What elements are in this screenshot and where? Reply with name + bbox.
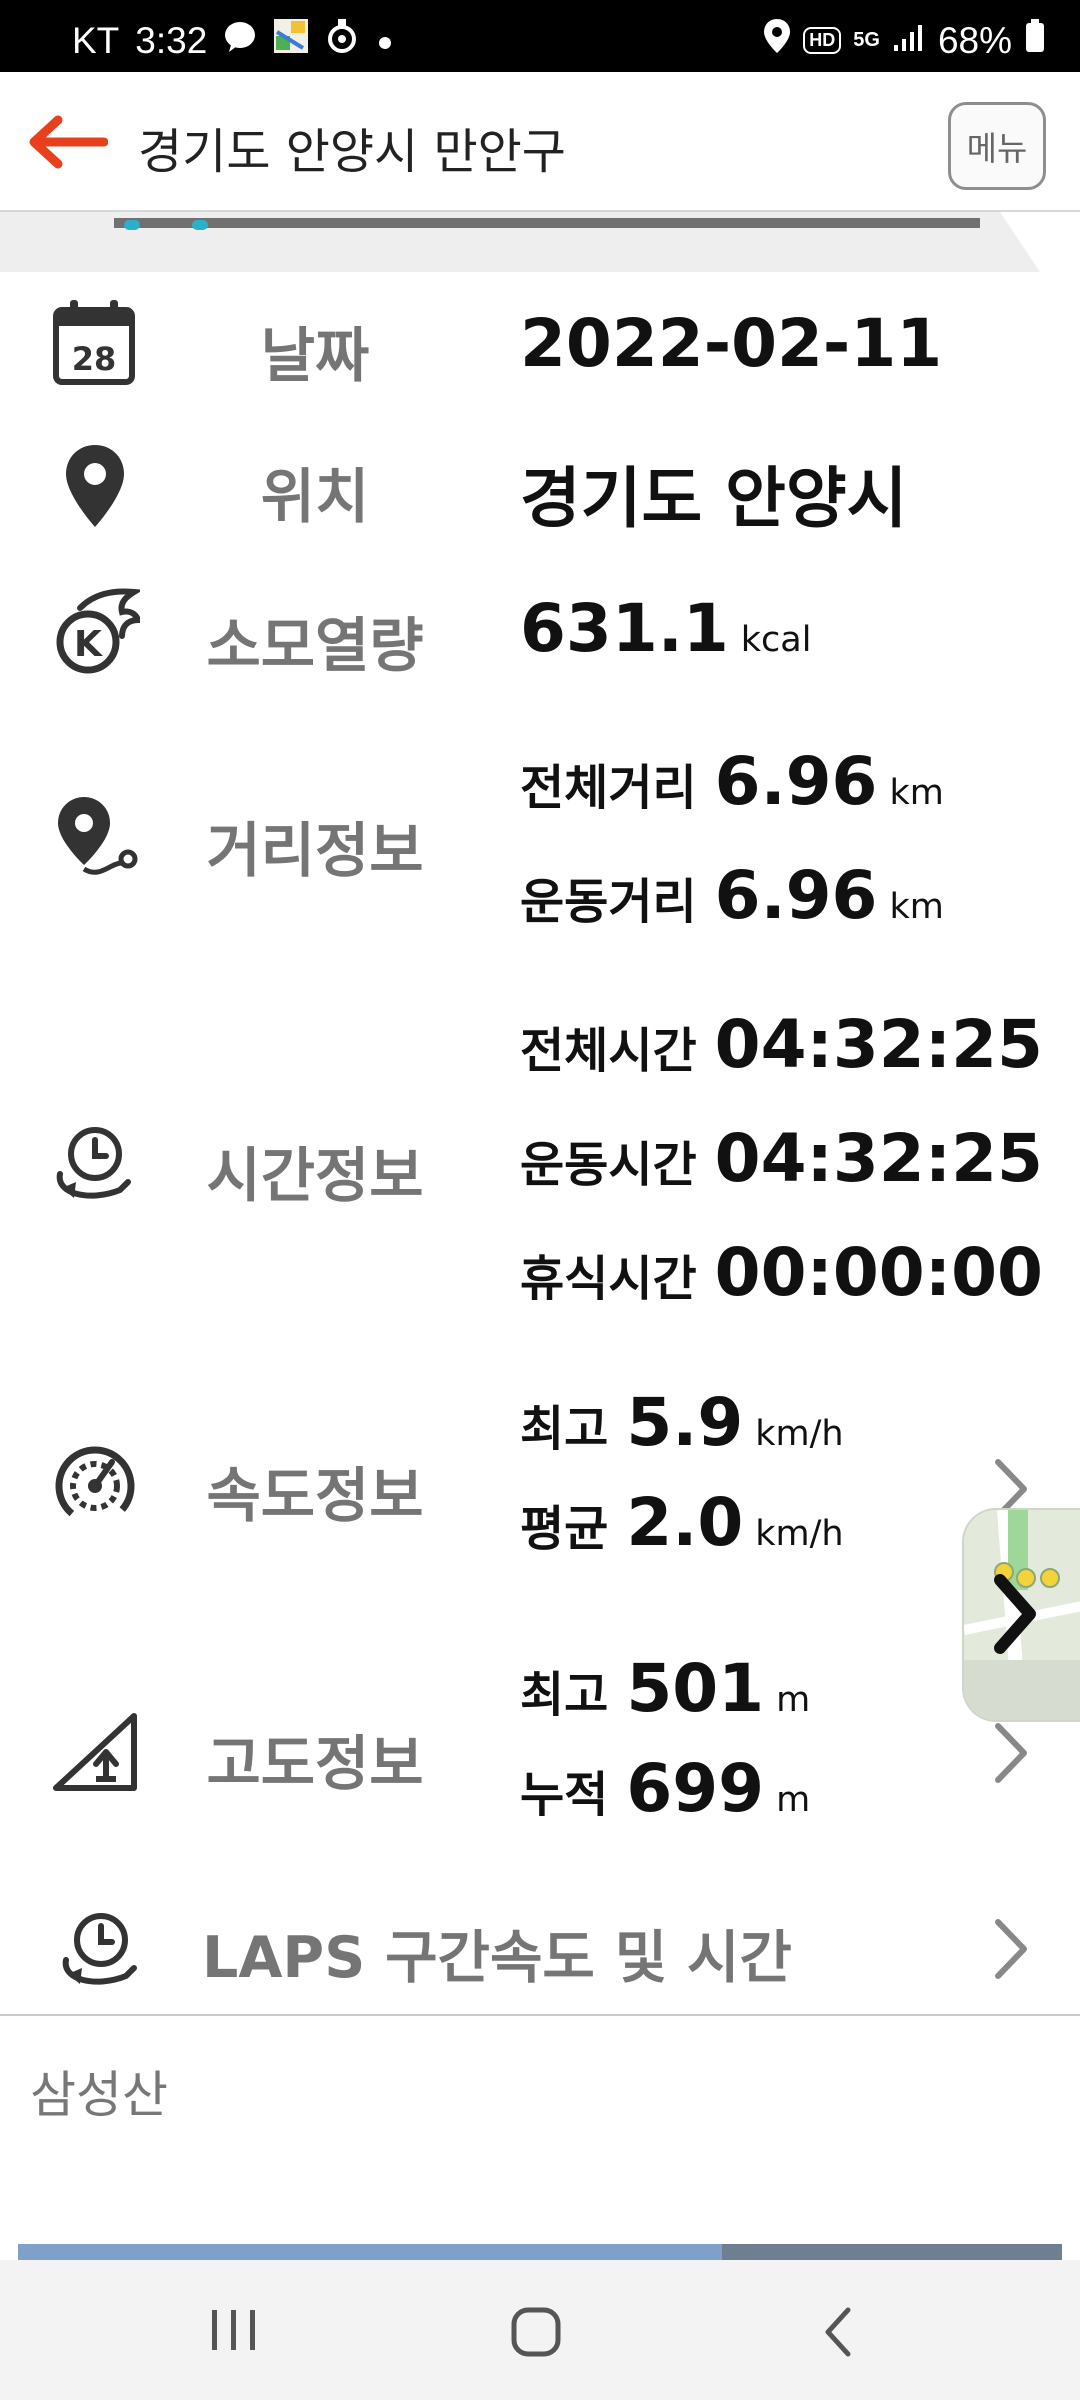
rest-time-line: 휴식시간 00:00:00 — [520, 1234, 1043, 1311]
calories-unit: kcal — [740, 620, 812, 660]
notification-dot-icon — [375, 20, 395, 62]
carrier-label: KT — [72, 19, 120, 61]
back-nav-icon[interactable] — [816, 2304, 860, 2360]
speed-row[interactable]: 속도정보 최고 5.9 km/h 평균 2.0 km/h — [0, 1352, 1080, 1618]
total-distance-line: 전체거리 6.96 km — [520, 743, 944, 820]
cumulative-altitude-unit: m — [776, 1780, 811, 1820]
distance-row: 거리정보 전체거리 6.96 km 운동거리 6.96 km — [0, 707, 1080, 974]
calendar-icon: 28 — [50, 298, 140, 388]
max-altitude-line: 최고 501 m — [520, 1650, 810, 1727]
chevron-right-icon[interactable] — [988, 1720, 1034, 1786]
max-speed-label: 최고 — [520, 1401, 609, 1457]
laps-label: LAPS 구간속도 및 시간 — [202, 1925, 792, 1991]
altitude-label: 고도정보 — [206, 1729, 424, 1798]
speedometer-icon — [50, 1438, 140, 1528]
status-bar: KT 3:32 HD 5G 68% — [0, 0, 1080, 72]
location-value: 경기도 안양시 — [520, 460, 908, 537]
location-row: 위치 경기도 안양시 — [0, 413, 1080, 558]
chat-bubble-icon — [223, 19, 257, 62]
location-pin-icon — [763, 18, 791, 63]
page-title: 경기도 안양시 만안구 — [138, 124, 566, 180]
laps-row[interactable]: LAPS 구간속도 및 시간 — [0, 1882, 1080, 2016]
clock-cycle-icon — [50, 1118, 140, 1208]
calories-label: 소모열량 — [206, 611, 424, 680]
cycling-app-icon — [325, 18, 359, 63]
signal-icon — [892, 20, 926, 62]
max-altitude-label: 최고 — [520, 1667, 609, 1723]
exercise-distance-line: 운동거리 6.96 km — [520, 857, 944, 934]
rest-time-value: 00:00:00 — [714, 1234, 1043, 1311]
status-left: KT 3:32 — [72, 18, 395, 63]
total-time-line: 전체시간 04:32:25 — [520, 1006, 1043, 1083]
exercise-time-line: 운동시간 04:32:25 — [520, 1120, 1043, 1197]
date-row: 28 날짜 2022-02-11 — [0, 272, 1080, 415]
home-icon[interactable] — [508, 2304, 564, 2360]
time-row: 시간정보 전체시간 04:32:25 운동시간 04:32:25 휴식시간 00… — [0, 972, 1080, 1354]
total-distance-value: 6.96 — [714, 743, 878, 820]
max-speed-line: 최고 5.9 km/h — [520, 1384, 844, 1461]
max-altitude-unit: m — [776, 1680, 811, 1720]
avg-speed-value: 2.0 — [626, 1484, 744, 1561]
calories-row: K 소모열량 631.1 kcal — [0, 556, 1080, 709]
cumulative-altitude-value: 699 — [626, 1750, 765, 1827]
route-marker — [124, 220, 140, 230]
exercise-distance-label: 운동거리 — [520, 874, 697, 930]
status-right: HD 5G 68% — [763, 18, 1046, 63]
date-label: 날짜 — [260, 321, 370, 390]
rest-time-label: 휴식시간 — [520, 1251, 697, 1307]
speed-label: 속도정보 — [206, 1461, 424, 1530]
avg-speed-unit: km/h — [755, 1514, 844, 1554]
laps-clock-icon — [56, 1904, 146, 1994]
exercise-time-label: 운동시간 — [520, 1137, 697, 1193]
exercise-distance-value: 6.96 — [714, 857, 878, 934]
altitude-slope-icon — [50, 1706, 140, 1796]
avg-speed-label: 평균 — [520, 1501, 609, 1557]
location-label: 위치 — [260, 462, 370, 531]
back-arrow-icon[interactable] — [24, 112, 109, 172]
photo-preview-strip[interactable] — [18, 2244, 1062, 2260]
total-distance-label: 전체거리 — [520, 760, 697, 816]
recent-apps-icon[interactable] — [204, 2304, 264, 2356]
calories-value: 631.1 — [520, 590, 729, 667]
altitude-row[interactable]: 고도정보 최고 501 m 누적 699 m — [0, 1616, 1080, 1884]
total-time-label: 전체시간 — [520, 1023, 697, 1079]
app-bar: 경기도 안양시 만안구 메뉴 — [0, 72, 1080, 212]
route-track — [114, 218, 980, 228]
route-marker — [192, 220, 208, 230]
hd-voice-icon: HD — [803, 27, 842, 54]
map-corner-shade — [1000, 212, 1080, 272]
battery-icon — [1024, 18, 1046, 63]
chevron-right-icon[interactable] — [988, 1916, 1034, 1982]
calorie-icon-letter: K — [74, 624, 103, 665]
map-preview-strip[interactable] — [0, 212, 1080, 272]
total-time-value: 04:32:25 — [714, 1006, 1043, 1083]
cumulative-altitude-label: 누적 — [520, 1767, 609, 1823]
app-thumbnail-icon — [273, 18, 309, 63]
avg-speed-line: 평균 2.0 km/h — [520, 1484, 844, 1561]
battery-percent: 68% — [937, 19, 1012, 61]
5g-icon: 5G — [853, 29, 880, 51]
max-speed-value: 5.9 — [626, 1384, 744, 1461]
distance-route-icon — [50, 793, 140, 883]
system-nav-bar — [0, 2260, 1080, 2400]
total-distance-unit: km — [889, 773, 944, 813]
menu-button[interactable]: 메뉴 — [948, 102, 1046, 190]
time-label: 시간정보 — [206, 1141, 424, 1210]
memo-text: 삼성산 — [30, 2066, 168, 2124]
photo-preview-dark — [722, 2244, 1062, 2260]
calendar-day-number: 28 — [72, 340, 117, 378]
distance-label: 거리정보 — [206, 816, 424, 885]
map-thumbnail-icon[interactable] — [962, 1508, 1080, 1722]
clock-time: 3:32 — [135, 19, 208, 61]
location-pin-icon — [50, 441, 140, 531]
max-altitude-value: 501 — [626, 1650, 765, 1727]
calorie-flame-icon: K — [50, 586, 144, 676]
max-speed-unit: km/h — [755, 1414, 844, 1454]
exercise-distance-unit: km — [889, 887, 944, 927]
exercise-time-value: 04:32:25 — [714, 1120, 1043, 1197]
date-value: 2022-02-11 — [520, 305, 943, 382]
calories-value-line: 631.1 kcal — [520, 590, 811, 667]
cumulative-altitude-line: 누적 699 m — [520, 1750, 810, 1827]
